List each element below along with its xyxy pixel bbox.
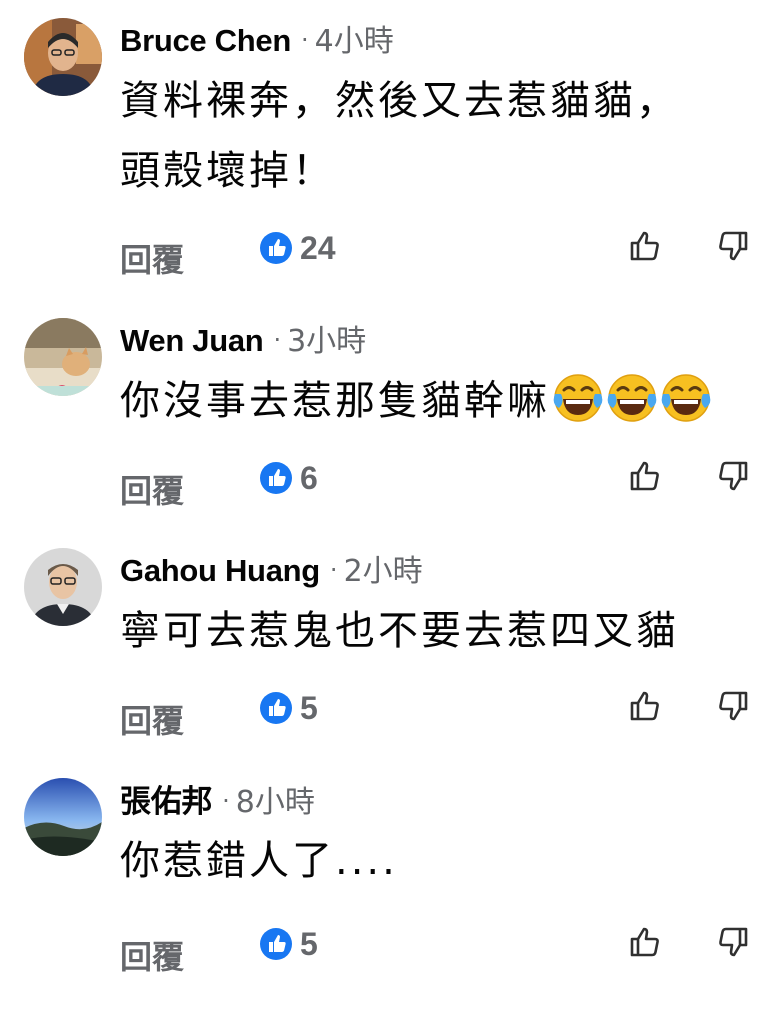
comment-time[interactable]: 4小時 — [315, 24, 394, 59]
reaction-count[interactable]: 24 — [260, 230, 336, 266]
comment-header: 張佑邦 · 8小時 — [120, 776, 315, 822]
thumbs-up-badge-icon — [260, 692, 292, 724]
comment-time[interactable]: 3小時 — [287, 324, 366, 359]
like-count: 5 — [300, 689, 318, 726]
thumb-down-icon[interactable] — [714, 924, 750, 960]
comment-text-line: 資料裸奔，然後又去惹貓貓， — [120, 78, 679, 124]
comment: Wen Juan · 3小時 你沒事去惹那隻貓幹嘛 回覆 6 — [0, 300, 780, 530]
comment-text-line: 頭殼壞掉！ — [120, 148, 335, 194]
face-with-tears-of-joy-icon — [607, 374, 657, 422]
author-name[interactable]: 張佑邦 — [120, 784, 212, 819]
reaction-count[interactable]: 5 — [260, 926, 318, 962]
avatar-photo-icon — [24, 778, 102, 856]
thumbs-up-badge-icon — [260, 232, 292, 264]
author-name[interactable]: Wen Juan — [120, 323, 264, 358]
separator-dot: · — [300, 26, 309, 54]
like-count: 24 — [300, 229, 336, 266]
comment-text-line: 你惹錯人了.... — [120, 838, 398, 884]
thumbs-up-badge-icon — [260, 462, 292, 494]
thumb-up-icon[interactable] — [628, 924, 664, 960]
reply-button[interactable]: 回覆 — [120, 466, 184, 512]
comment-header: Bruce Chen · 4小時 — [120, 16, 394, 62]
avatar[interactable] — [24, 18, 102, 96]
thumb-down-icon[interactable] — [714, 688, 750, 724]
reaction-count[interactable]: 6 — [260, 460, 318, 496]
thumb-down-icon[interactable] — [714, 458, 750, 494]
comment-header: Wen Juan · 3小時 — [120, 316, 366, 362]
comment: Bruce Chen · 4小時 資料裸奔，然後又去惹貓貓， 頭殼壞掉！ 回覆 24 — [0, 0, 780, 279]
like-count: 5 — [300, 925, 318, 962]
author-name[interactable]: Bruce Chen — [120, 23, 291, 58]
separator-dot: · — [273, 326, 282, 354]
reply-button[interactable]: 回覆 — [120, 932, 184, 978]
comment-time[interactable]: 8小時 — [236, 785, 315, 820]
thumb-up-icon[interactable] — [628, 688, 664, 724]
comment-text: 你沒事去惹那隻貓幹嘛 — [120, 366, 760, 436]
author-name[interactable]: Gahou Huang — [120, 553, 320, 588]
comment-text-line: 你沒事去惹那隻貓幹嘛 — [120, 378, 550, 424]
comment-time[interactable]: 2小時 — [344, 554, 423, 589]
reply-button[interactable]: 回覆 — [120, 696, 184, 742]
thumbs-up-badge-icon — [260, 928, 292, 960]
avatar-photo-icon — [24, 548, 102, 626]
separator-dot: · — [329, 556, 338, 584]
comment-text: 你惹錯人了.... — [120, 826, 740, 896]
avatar[interactable] — [24, 548, 102, 626]
comment-header: Gahou Huang · 2小時 — [120, 546, 423, 592]
reply-button[interactable]: 回覆 — [120, 235, 184, 281]
comment-text: 寧可去惹鬼也不要去惹四叉貓 — [120, 596, 740, 666]
comment-text: 資料裸奔，然後又去惹貓貓， 頭殼壞掉！ — [120, 66, 740, 206]
comment: Gahou Huang · 2小時 寧可去惹鬼也不要去惹四叉貓 回覆 5 — [0, 530, 780, 760]
thumb-down-icon[interactable] — [714, 228, 750, 264]
thumb-up-icon[interactable] — [628, 228, 664, 264]
comment: 張佑邦 · 8小時 你惹錯人了.... 回覆 5 — [0, 760, 780, 990]
face-with-tears-of-joy-icon — [553, 374, 603, 422]
reaction-count[interactable]: 5 — [260, 690, 318, 726]
like-count: 6 — [300, 459, 318, 496]
thumb-up-icon[interactable] — [628, 458, 664, 494]
separator-dot: · — [222, 787, 230, 815]
avatar[interactable] — [24, 778, 102, 856]
comment-text-line: 寧可去惹鬼也不要去惹四叉貓 — [120, 608, 679, 654]
avatar-photo-icon — [24, 18, 102, 96]
face-with-tears-of-joy-icon — [661, 374, 711, 422]
avatar-photo-icon — [24, 318, 102, 396]
avatar[interactable] — [24, 318, 102, 396]
